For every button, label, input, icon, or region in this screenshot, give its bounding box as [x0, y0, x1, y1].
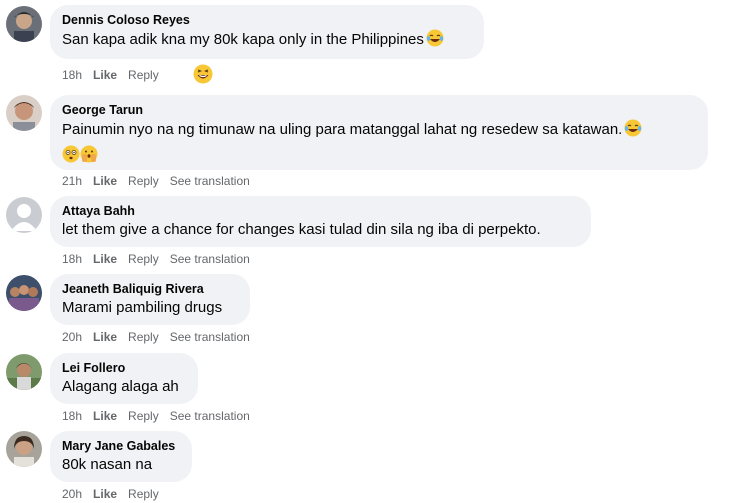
- reply-button[interactable]: Reply: [128, 251, 159, 267]
- reply-button[interactable]: Reply: [128, 486, 159, 502]
- avatar[interactable]: [6, 275, 42, 311]
- comment-author[interactable]: George Tarun: [62, 102, 696, 118]
- comment-actions: 21h Like Reply See translation: [62, 173, 261, 189]
- see-translation-link[interactable]: See translation: [170, 329, 250, 345]
- like-button[interactable]: Like: [93, 67, 117, 83]
- comment-bubble: Attaya Bahh let them give a chance for c…: [50, 196, 591, 247]
- comment-emoji-line: [62, 145, 696, 169]
- comment-bubble: Jeaneth Baliquig Rivera Marami pambiling…: [50, 274, 250, 325]
- comment-timestamp[interactable]: 18h: [62, 67, 82, 83]
- comment-timestamp[interactable]: 20h: [62, 329, 82, 345]
- comment-text: Marami pambiling drugs: [62, 299, 223, 316]
- comment-bubble: Lei Follero Alagang alaga ah: [50, 353, 198, 404]
- laughing-crying-emoji-icon: [426, 29, 444, 53]
- comment-bubble: Mary Jane Gabales 80k nasan na: [50, 431, 192, 482]
- comment-timestamp[interactable]: 18h: [62, 408, 82, 424]
- comment-text-body: Painumin nyo na ng timunaw na uling para…: [62, 121, 623, 138]
- avatar[interactable]: [6, 354, 42, 390]
- see-translation-link[interactable]: See translation: [170, 173, 250, 189]
- see-translation-link[interactable]: See translation: [170, 408, 250, 424]
- comment-text: 80k nasan na: [62, 456, 153, 473]
- avatar[interactable]: [6, 6, 42, 42]
- comment-author[interactable]: Attaya Bahh: [62, 203, 579, 219]
- like-button[interactable]: Like: [93, 329, 117, 345]
- comment-bubble: George Tarun Painumin nyo na ng timunaw …: [50, 95, 708, 170]
- comment-actions: 18h Like Reply See translation: [62, 408, 261, 424]
- comment-author[interactable]: Lei Follero: [62, 360, 186, 376]
- avatar[interactable]: [6, 197, 42, 233]
- comment-actions: 18h Like Reply: [62, 64, 213, 84]
- comment-actions: 20h Like Reply See translation: [62, 329, 261, 345]
- laughing-reaction-icon[interactable]: [193, 64, 213, 88]
- comment-text-body: San kapa adik kna my 80k kapa only in th…: [62, 31, 424, 48]
- comment-actions: 18h Like Reply See translation: [62, 251, 261, 267]
- avatar[interactable]: [6, 95, 42, 131]
- see-translation-link[interactable]: See translation: [170, 251, 250, 267]
- reply-button[interactable]: Reply: [128, 173, 159, 189]
- comment-author[interactable]: Dennis Coloso Reyes: [62, 12, 472, 28]
- comment-text: San kapa adik kna my 80k kapa only in th…: [62, 29, 472, 53]
- laughing-crying-emoji-icon: [624, 119, 642, 143]
- comment-author[interactable]: Mary Jane Gabales: [62, 438, 180, 454]
- comment-actions: 20h Like Reply: [62, 486, 170, 502]
- like-button[interactable]: Like: [93, 408, 117, 424]
- like-button[interactable]: Like: [93, 486, 117, 502]
- comment-timestamp[interactable]: 21h: [62, 173, 82, 189]
- like-button[interactable]: Like: [93, 251, 117, 267]
- reply-button[interactable]: Reply: [128, 67, 159, 83]
- comment-bubble: Dennis Coloso Reyes San kapa adik kna my…: [50, 5, 484, 59]
- flushed-face-emoji-icon: [62, 145, 80, 169]
- comment-text: Painumin nyo na ng timunaw na uling para…: [62, 119, 696, 143]
- comment-timestamp[interactable]: 18h: [62, 251, 82, 267]
- comment-text: let them give a chance for changes kasi …: [62, 221, 541, 238]
- like-button[interactable]: Like: [93, 173, 117, 189]
- reply-button[interactable]: Reply: [128, 408, 159, 424]
- reply-button[interactable]: Reply: [128, 329, 159, 345]
- avatar[interactable]: [6, 431, 42, 467]
- face-with-hands-emoji-icon: [80, 145, 98, 169]
- comment-author[interactable]: Jeaneth Baliquig Rivera: [62, 281, 238, 297]
- comment-text: Alagang alaga ah: [62, 378, 179, 395]
- comment-timestamp[interactable]: 20h: [62, 486, 82, 502]
